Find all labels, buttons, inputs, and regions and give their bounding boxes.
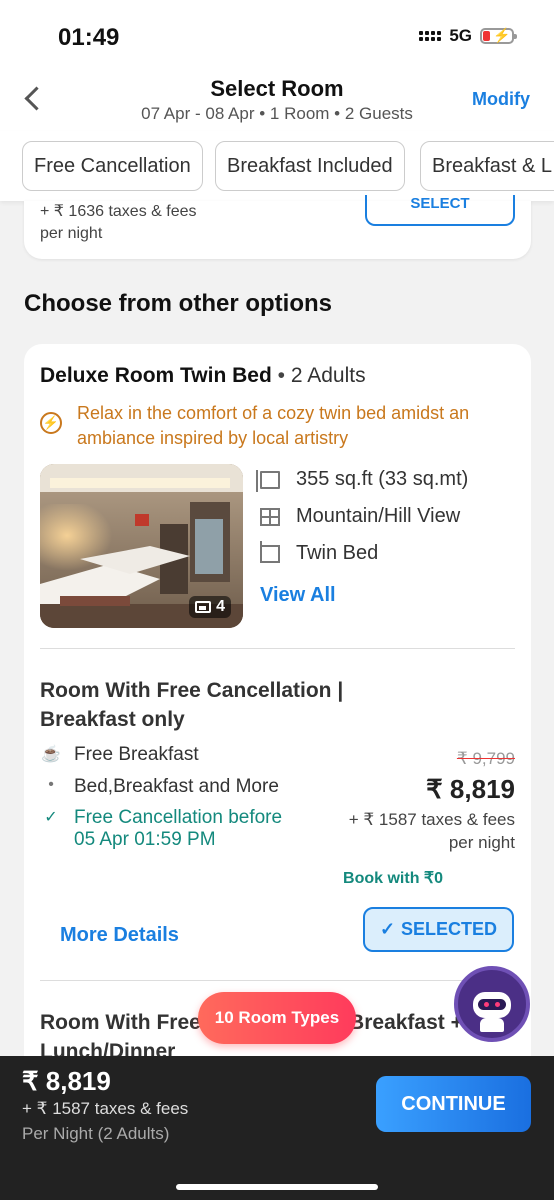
filter-bar: Free Cancellation Breakfast Included Bre… [0,131,554,201]
inclusion-cancellation: ✓ Free Cancellation before 05 Apr 01:59 … [40,807,282,851]
signal-icon [419,31,442,41]
bottom-bar: ₹ 8,819 + ₹ 1587 taxes & fees Per Night … [0,1056,554,1200]
more-details-link[interactable]: More Details [60,924,179,947]
feature-bed-text: Twin Bed [296,542,379,564]
page-title: Select Room [210,76,344,101]
total-per-night: Per Night (2 Adults) [22,1124,170,1143]
inclusion-breakfast-text: Free Breakfast [74,744,199,765]
inclusion-breakfast: ☕ Free Breakfast [40,744,199,766]
select-button[interactable]: SELECT [365,195,515,226]
previous-plan-per-night: per night [40,225,103,242]
filter-chip-breakfast-included[interactable]: Breakfast Included [215,141,405,191]
cancellation-label: Free Cancellation [74,807,223,828]
gallery-icon [195,601,212,613]
divider [40,648,515,649]
total-tax: + ₹ 1587 taxes & fees [22,1099,189,1118]
room-occupancy: 2 Adults [290,364,366,387]
inclusion-more: • Bed,Breakfast and More [40,776,279,798]
cancellation-date: 05 Apr 01:59 PM [74,829,216,850]
bullet-icon: • [48,776,54,793]
check-icon: ✓ [379,919,396,939]
bed-icon [260,540,280,563]
filter-chip-breakfast-lunch[interactable]: Breakfast & L [420,141,554,191]
stay-summary: 07 Apr - 08 Apr • 1 Room • 2 Guests [141,104,413,123]
previous-plan-card: + ₹ 1636 taxes & fees per night SELECT [24,195,531,259]
network-label: 5G [449,26,472,45]
window-view-icon [260,507,280,526]
assistant-bot-icon[interactable] [454,966,530,1042]
continue-button[interactable]: CONTINUE [376,1076,531,1132]
room-card: Deluxe Room Twin Bed • 2 Adults ⚡ Relax … [24,344,531,1064]
cancellation-text: Free Cancellation before 05 Apr 01:59 PM [74,807,282,851]
photo-count: 4 [216,598,225,615]
status-time: 01:49 [58,24,120,51]
divider [40,980,515,981]
selected-label: SELECTED [401,919,498,939]
room-title: Deluxe Room Twin Bed • 2 Adults [40,364,366,388]
feature-area: 355 sq.ft (33 sq.mt) [256,468,469,492]
room-photo[interactable]: 4 [40,464,243,628]
feature-area-text: 355 sq.ft (33 sq.mt) [296,468,469,490]
area-icon [256,469,280,492]
view-all-link[interactable]: View All [260,584,336,607]
total-price: ₹ 8,819 [22,1066,111,1096]
book-with-zero: Book with ₹0 [343,870,443,887]
inclusion-more-text: Bed,Breakfast and More [74,776,279,797]
plan-per-night: per night [448,833,515,852]
selected-button[interactable]: ✓ SELECTED [363,907,514,952]
plan-title: Room With Free Cancellation | Breakfast … [40,679,344,731]
filter-chip-free-cancellation[interactable]: Free Cancellation [22,141,203,191]
photo-count-badge: 4 [189,596,231,618]
room-types-pill[interactable]: 10 Room Types [198,992,356,1044]
previous-plan-tax: + ₹ 1636 taxes & fees [40,203,197,220]
status-indicators: 5G ⚡ [419,26,517,46]
header: Select Room 07 Apr - 08 Apr • 1 Room • 2… [0,66,554,131]
breakfast-icon: ☕ [41,746,61,763]
section-title: Choose from other options [24,290,332,317]
room-name: Deluxe Room Twin Bed [40,364,272,387]
plan-tax: + ₹ 1587 taxes & fees [348,810,515,829]
room-promo-text: Relax in the comfort of a cozy twin bed … [77,403,470,448]
separator-dot: • [271,364,291,387]
cancellation-before: before [222,807,283,828]
plan-price: ₹ 8,819 [426,774,515,804]
home-indicator [176,1184,378,1190]
battery-icon: ⚡ [480,27,517,44]
modify-button[interactable]: Modify [472,89,530,110]
check-icon: ✓ [44,809,58,826]
feature-view: Mountain/Hill View [260,505,460,528]
lightning-icon: ⚡ [40,412,62,434]
status-bar: 01:49 5G ⚡ [0,0,554,66]
feature-view-text: Mountain/Hill View [296,505,461,527]
original-price: ₹ 9,799 [456,749,515,768]
feature-bed: Twin Bed [260,540,379,565]
